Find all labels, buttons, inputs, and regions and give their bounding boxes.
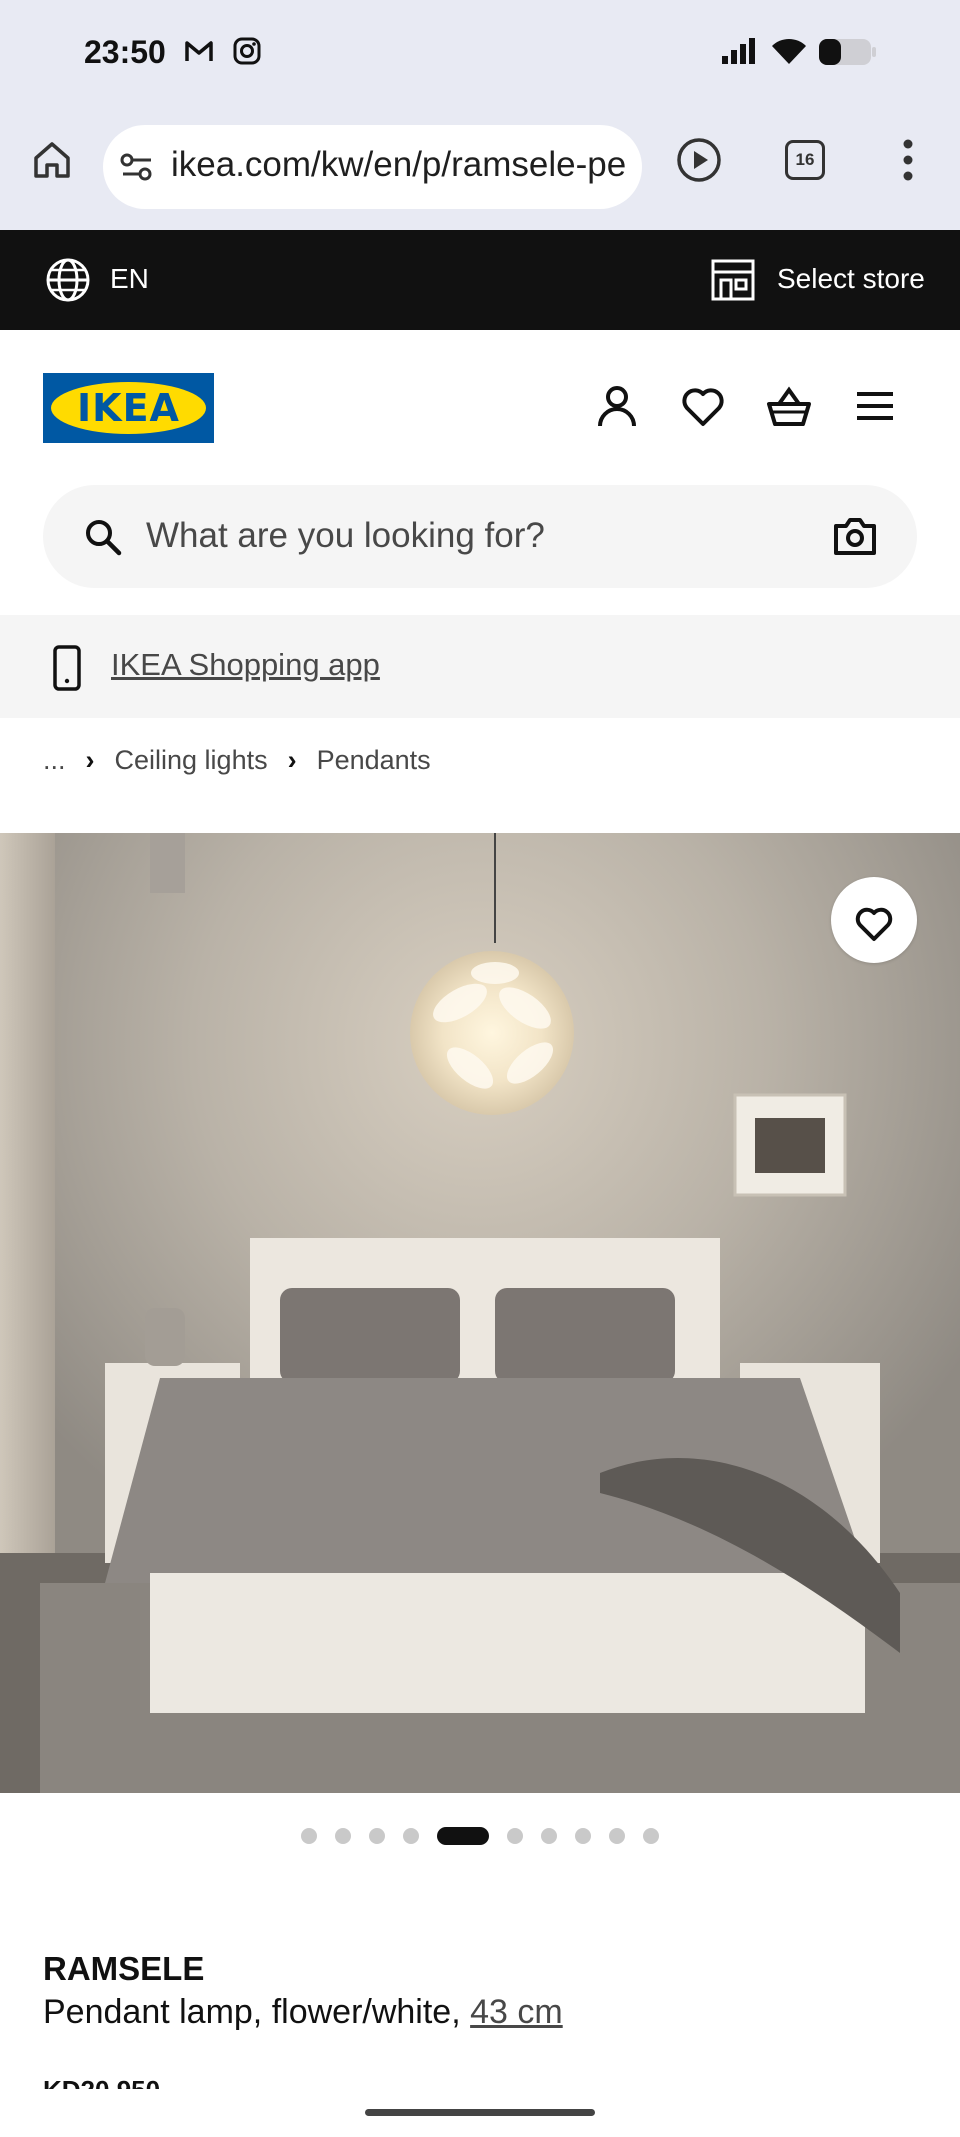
app-banner: IKEA Shopping app: [0, 615, 960, 718]
language-selector[interactable]: [45, 257, 91, 308]
product-price: KD20.950: [43, 2075, 160, 2089]
carousel-dot[interactable]: [609, 1828, 625, 1844]
visual-search-button[interactable]: [833, 516, 877, 561]
signal-icon: [720, 36, 760, 71]
play-button[interactable]: [667, 128, 731, 192]
carousel-dot[interactable]: [541, 1828, 557, 1844]
breadcrumb-item-pendants[interactable]: Pendants: [317, 745, 431, 776]
store-icon[interactable]: [710, 258, 756, 307]
product-size-link[interactable]: 43 cm: [470, 1993, 563, 2031]
user-icon: [598, 386, 636, 427]
cart-button[interactable]: [765, 382, 813, 430]
chevron-right-icon: ›: [287, 745, 297, 775]
logo-text: IKEA: [77, 386, 180, 430]
gesture-bar: [365, 2109, 595, 2116]
breadcrumb: ... › Ceiling lights › Pendants: [43, 745, 431, 776]
select-store-link[interactable]: Select store: [777, 263, 925, 295]
carousel-dot[interactable]: [643, 1828, 659, 1844]
breadcrumb-item-ceiling-lights[interactable]: Ceiling lights: [115, 745, 268, 776]
search-placeholder: What are you looking for?: [146, 516, 545, 555]
product-favourite-button[interactable]: [831, 877, 917, 963]
product-description: Pendant lamp, flower/white, 43 cm: [43, 1993, 563, 2032]
url-text: ikea.com/kw/en/p/ramsele-pe: [171, 145, 627, 184]
basket-icon: [767, 386, 811, 426]
play-icon: [677, 138, 721, 182]
home-button[interactable]: [20, 128, 84, 192]
wifi-icon: [770, 36, 808, 71]
product-description-text: Pendant lamp, flower/white,: [43, 1993, 471, 2031]
product-image[interactable]: [0, 833, 960, 1793]
language-label[interactable]: EN: [110, 263, 149, 295]
heart-icon: [855, 907, 893, 941]
home-icon: [34, 142, 70, 178]
carousel-dot[interactable]: [369, 1828, 385, 1844]
breadcrumb-ellipsis[interactable]: ...: [43, 745, 66, 776]
carousel-dot[interactable]: [403, 1828, 419, 1844]
tab-count: 16: [795, 150, 815, 169]
menu-button[interactable]: [851, 382, 899, 430]
favourites-button[interactable]: [679, 382, 727, 430]
tabs-icon: 16: [785, 140, 825, 180]
more-vert-icon: [903, 139, 913, 181]
camera-icon: [834, 518, 876, 555]
account-button[interactable]: [593, 382, 641, 430]
gmail-icon: [184, 36, 214, 71]
battery-icon: [818, 38, 878, 71]
chevron-right-icon: ›: [85, 745, 95, 775]
image-carousel-dots: [0, 1826, 960, 1846]
shopping-app-link[interactable]: IKEA Shopping app: [111, 647, 380, 683]
ikea-logo[interactable]: IKEA: [43, 373, 214, 443]
search-input[interactable]: What are you looking for?: [43, 485, 917, 588]
carousel-dot[interactable]: [575, 1828, 591, 1844]
status-bar: 23:50: [0, 0, 960, 110]
browser-menu-button[interactable]: [876, 128, 940, 192]
browser-toolbar: ikea.com/kw/en/p/ramsele-pe 16: [0, 110, 960, 230]
instagram-icon: [232, 36, 262, 71]
carousel-dot-active[interactable]: [437, 1827, 489, 1845]
heart-icon: [682, 388, 724, 426]
url-bar[interactable]: ikea.com/kw/en/p/ramsele-pe: [103, 125, 642, 209]
site-header: IKEA: [0, 330, 960, 480]
hamburger-icon: [857, 392, 893, 420]
tab-switcher-button[interactable]: 16: [773, 128, 837, 192]
site-settings-icon[interactable]: [119, 151, 155, 188]
carousel-dot[interactable]: [335, 1828, 351, 1844]
phone-icon: [52, 645, 82, 696]
search-icon: [83, 517, 123, 562]
top-bar: EN Select store: [0, 230, 960, 330]
status-time: 23:50: [84, 34, 166, 70]
carousel-dot[interactable]: [507, 1828, 523, 1844]
carousel-dot[interactable]: [301, 1828, 317, 1844]
product-name: RAMSELE: [43, 1950, 205, 1987]
globe-icon: [46, 258, 90, 302]
